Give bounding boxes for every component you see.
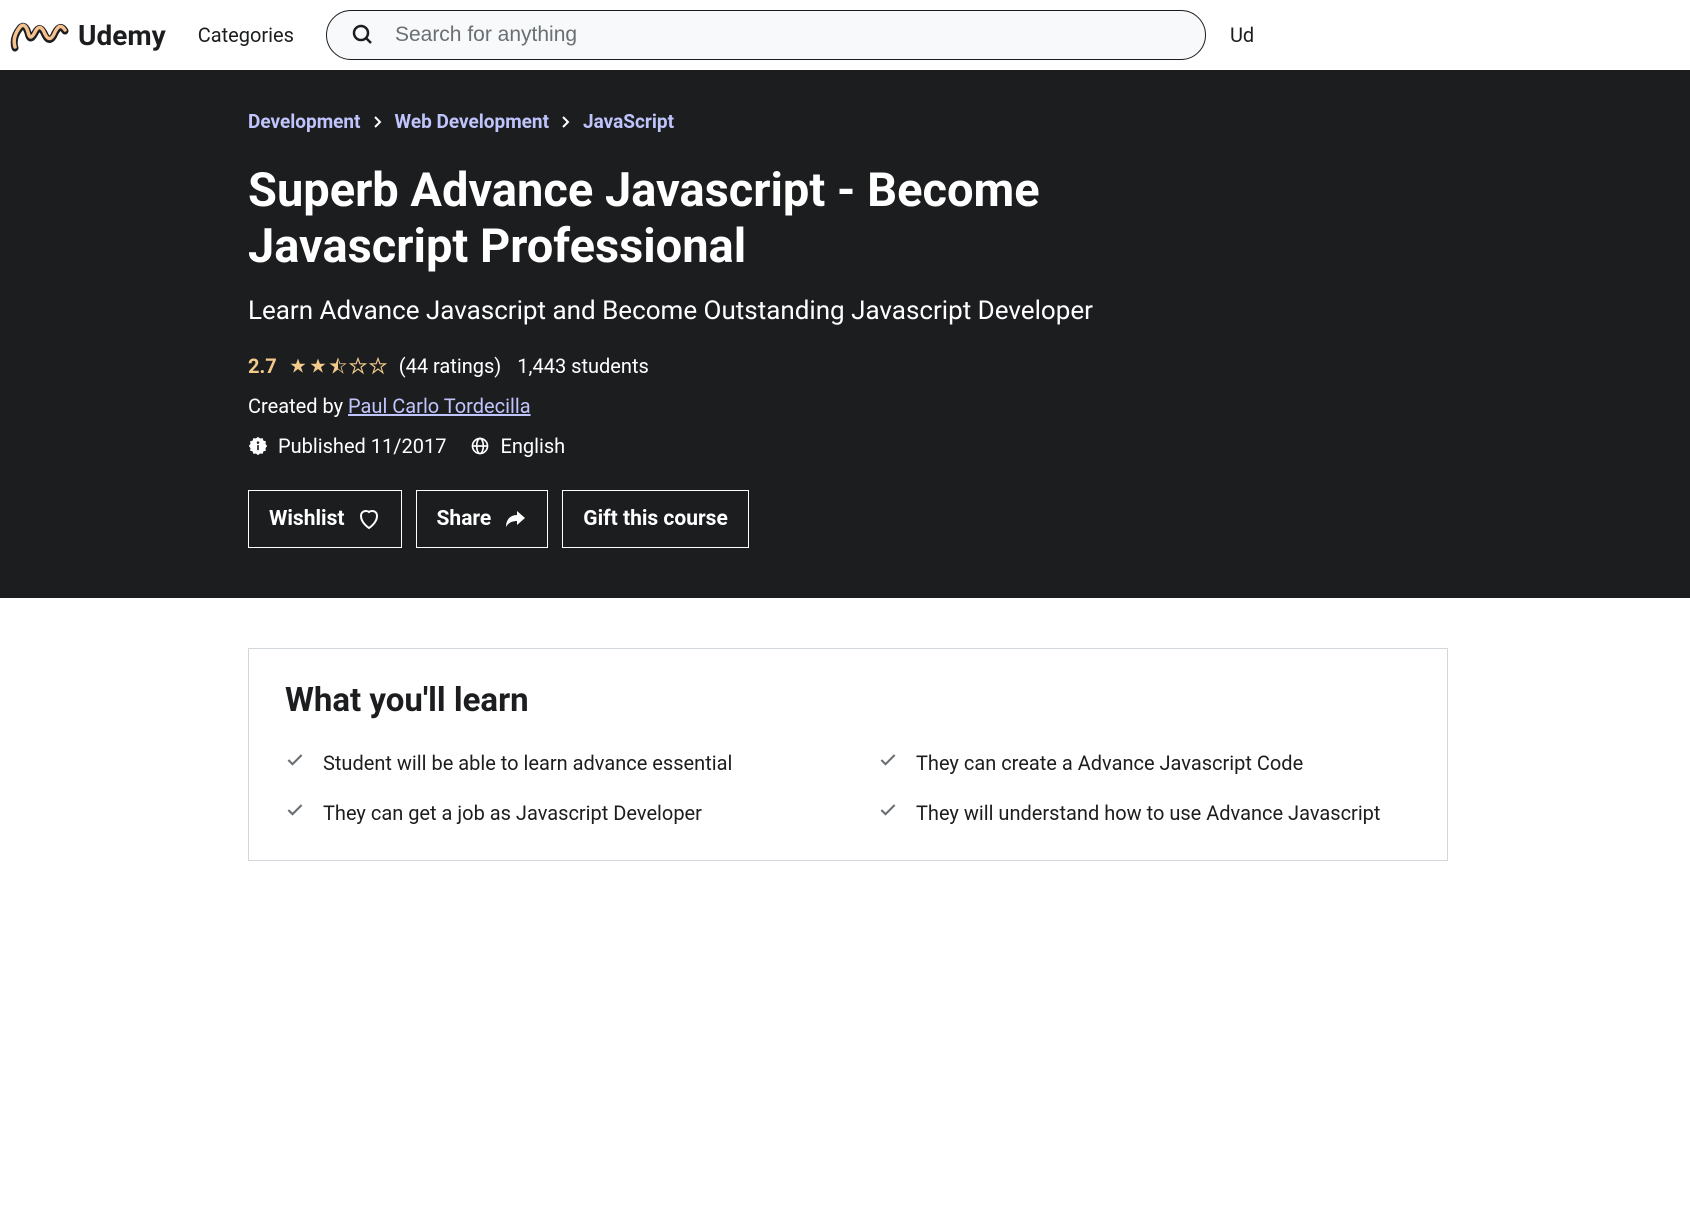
published-text: Published 11/2017 [278,434,446,458]
search-bar[interactable] [326,10,1206,60]
search-input[interactable] [395,23,1181,47]
share-button[interactable]: Share [416,490,549,548]
gift-button[interactable]: Gift this course [562,490,749,548]
star-full-icon [309,357,327,375]
published-date: Published 11/2017 [248,434,446,458]
star-empty-icon [349,357,367,375]
info-badge-icon [248,436,268,456]
learn-title: What you'll learn [285,681,1411,720]
globe-icon [470,436,490,456]
what-youll-learn-card: What you'll learn Student will be able t… [248,648,1448,861]
author-link[interactable]: Paul Carlo Tordecilla [348,394,531,418]
search-icon [351,23,375,47]
breadcrumb-webdev[interactable]: Web Development [395,110,550,133]
star-half-icon [329,357,347,375]
logo[interactable]: Udemy [10,13,166,58]
course-subtitle: Learn Advance Javascript and Become Outs… [248,296,1690,326]
wishlist-label: Wishlist [269,507,345,531]
learn-item: They can create a Advance Javascript Cod… [878,748,1411,778]
rating-value: 2.7 [248,354,277,378]
heart-icon [357,507,381,531]
check-icon [285,750,305,770]
language-text: English [500,434,565,458]
created-by-prefix: Created by [248,394,348,418]
learn-item: Student will be able to learn advance es… [285,748,818,778]
breadcrumb: Development Web Development JavaScript [248,110,1690,133]
check-icon [285,800,305,820]
breadcrumb-development[interactable]: Development [248,110,361,133]
gift-label: Gift this course [583,507,728,531]
learn-item: They will understand how to use Advance … [878,798,1411,828]
chevron-right-icon [373,115,383,129]
course-title: Superb Advance Javascript - Become Javas… [248,163,1148,276]
star-rating [289,357,387,375]
check-icon [878,800,898,820]
learn-text: They can create a Advance Javascript Cod… [916,748,1303,778]
learn-text: They can get a job as Javascript Develop… [323,798,702,828]
chevron-right-icon [561,115,571,129]
star-full-icon [289,357,307,375]
rating-count: (44 ratings) [399,354,502,378]
language: English [470,434,565,458]
share-label: Share [437,507,492,531]
check-icon [878,750,898,770]
rating-row: 2.7 (44 ratings) 1,443 students [248,354,1690,378]
breadcrumb-javascript[interactable]: JavaScript [583,110,674,133]
categories-link[interactable]: Categories [190,23,302,47]
created-by: Created by Paul Carlo Tordecilla [248,394,1690,418]
star-empty-icon [369,357,387,375]
learn-grid: Student will be able to learn advance es… [285,748,1411,828]
header-right-text: Ud [1230,23,1260,47]
course-hero: Development Web Development JavaScript S… [0,70,1690,598]
content-section: What you'll learn Student will be able t… [0,598,1690,861]
wishlist-button[interactable]: Wishlist [248,490,402,548]
student-count: 1,443 students [517,354,649,378]
logo-text: Udemy [78,19,166,52]
meta-row: Published 11/2017 English [248,434,1690,458]
header: Udemy Categories Ud [0,0,1690,70]
learn-text: Student will be able to learn advance es… [323,748,732,778]
learn-item: They can get a job as Javascript Develop… [285,798,818,828]
udemy-logo-icon [10,13,70,58]
share-arrow-icon [503,507,527,531]
action-buttons: Wishlist Share Gift this course [248,490,1690,548]
learn-text: They will understand how to use Advance … [916,798,1380,828]
